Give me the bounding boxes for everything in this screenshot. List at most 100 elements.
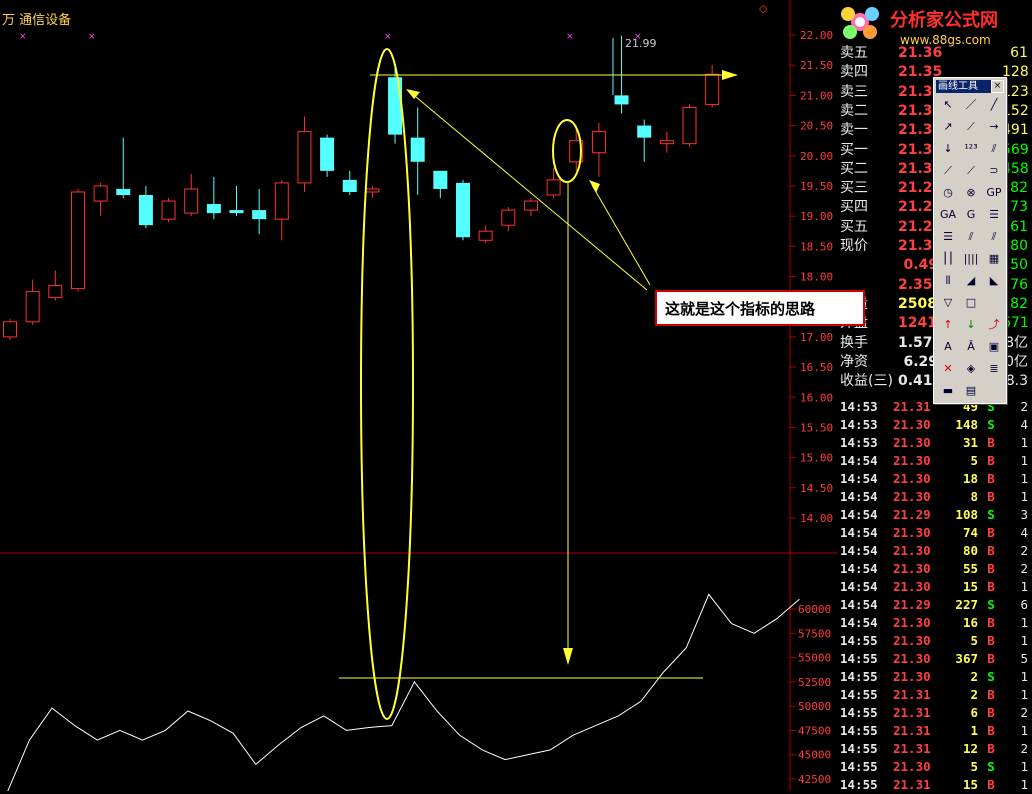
trade-volume: 15 [962, 579, 978, 594]
trade-time: 14:54 [840, 615, 878, 630]
line-icon[interactable]: ／ [961, 96, 981, 114]
trade-count: 1 [1020, 489, 1028, 504]
trade-side: B [987, 741, 995, 756]
logo-url: www.88gs.com [900, 33, 991, 47]
ga-icon[interactable]: GA [938, 206, 958, 224]
trade-side: B [987, 723, 995, 738]
candle-body [93, 185, 108, 202]
candle-body [682, 106, 697, 145]
trade-time: 14:53 [840, 435, 878, 450]
trade-count: 4 [1020, 525, 1028, 540]
trade-count: 2 [1020, 561, 1028, 576]
quote-value: 21.35 [898, 64, 943, 81]
speed-icon[interactable]: ⫽ [961, 228, 981, 246]
quote-value: 0.417 [898, 373, 943, 390]
ray-icon[interactable]: ╱ [984, 96, 1004, 114]
candle-body [320, 137, 335, 171]
trade-count: 1 [1020, 669, 1028, 684]
g-icon[interactable]: G [961, 206, 981, 224]
list-icon[interactable]: ≣ [984, 360, 1004, 378]
trade-row: 14:55 21.30 5 S 1 [838, 758, 1032, 776]
select-icon[interactable]: ▣ [984, 338, 1004, 356]
rectangle-icon[interactable]: □ [961, 294, 981, 312]
trade-side: B [987, 435, 995, 450]
trade-count: 2 [1020, 741, 1028, 756]
text-icon[interactable]: A [938, 338, 958, 356]
stock-title: 万 通信设备 [2, 13, 72, 28]
trade-volume: 2 [970, 669, 978, 684]
trade-time: 14:54 [840, 507, 878, 522]
retrace-icon[interactable]: ☰ [984, 206, 1004, 224]
price-tick-label: 19.50 [800, 180, 833, 193]
quote-value: 21.31 [898, 238, 943, 254]
gann-fan-icon[interactable]: ⫽ [984, 228, 1004, 246]
trade-side: S [987, 669, 995, 684]
time-icon[interactable]: |||| [961, 250, 981, 268]
candle-body [206, 204, 221, 214]
trade-side: B [987, 777, 995, 792]
ellipse-icon[interactable]: ⊗ [961, 184, 981, 202]
circle-icon[interactable]: ◷ [938, 184, 958, 202]
candle-body [410, 137, 425, 162]
quote-label: 买二 [840, 160, 868, 177]
trade-row: 14:55 21.31 12 B 2 [838, 740, 1032, 758]
close-icon[interactable]: × [991, 80, 1004, 93]
quote-label: 换手 [840, 334, 868, 351]
candle-body [252, 210, 267, 220]
down-arrow-icon[interactable]: ↓ [961, 316, 981, 334]
toolbox-title: 画线工具 × [936, 80, 1004, 93]
candle-body [3, 321, 17, 338]
font-icon[interactable]: Ā [961, 338, 981, 356]
volume-tick-label: 42500 [798, 773, 831, 786]
segment-icon[interactable]: ↗ [938, 118, 958, 136]
cycle-icon[interactable]: ⎮⎮ [938, 250, 958, 268]
trade-row: 14:55 21.30 2 S 1 [838, 668, 1032, 686]
quote-label: 买一 [840, 141, 868, 158]
trade-price: 21.30 [893, 669, 931, 684]
trade-row: 14:55 21.31 2 B 1 [838, 686, 1032, 704]
trade-row: 14:54 21.29 108 S 3 [838, 506, 1032, 524]
quote-value: 21.30 [898, 160, 943, 177]
angle-icon[interactable]: ◣ [984, 272, 1004, 290]
arc-icon[interactable]: ⊃ [984, 162, 1004, 180]
fork-icon[interactable]: ◢ [961, 272, 981, 290]
bar-icon[interactable]: ⦀ [938, 272, 958, 290]
event-marker-icon: × [384, 32, 392, 42]
price-volume-chart[interactable]: 22.00 21.50 21.00 20.50 20.00 19.50 19.00 18.50… [0, 0, 838, 791]
price-tick-label: 18.50 [800, 240, 833, 253]
parallel-icon[interactable]: ⟋ [961, 118, 981, 136]
delete-icon[interactable]: ✕ [938, 360, 958, 378]
fibo-icon[interactable]: ☰ [938, 228, 958, 246]
trade-count: 2 [1020, 399, 1028, 414]
trade-time: 14:54 [840, 579, 878, 594]
gann-icon[interactable]: ⟋ [961, 162, 981, 180]
arrow-line-icon[interactable]: → [984, 118, 1004, 136]
hide-icon[interactable]: ◈ [961, 360, 981, 378]
drawing-toolbox[interactable]: 画线工具 × ↖ ／ ╱ ↗ ⟋ → ↓ ¹²³ ⫽ ⟋ ⟋ ⊃ ◷ ⊗ GP GA G ☰ ☰ ⫽ ⫽ ⎮⎮ |||| ▦ ⦀ ◢… [933, 77, 1007, 404]
candle-body [705, 73, 720, 105]
trade-price: 21.30 [893, 615, 931, 630]
count-icon[interactable]: ¹²³ [961, 140, 981, 158]
channel-icon[interactable]: ⫽ [984, 140, 1004, 158]
highlight-ellipse-left [360, 48, 414, 720]
fan-icon[interactable]: ⟋ [938, 162, 958, 180]
regression-icon[interactable]: ▦ [984, 250, 1004, 268]
vertical-line-icon[interactable]: ↓ [938, 140, 958, 158]
quote-label: 买三 [840, 180, 868, 197]
quote-value: 21.32 [898, 122, 943, 139]
trade-count: 1 [1020, 633, 1028, 648]
gp-icon[interactable]: GP [984, 184, 1004, 202]
triangle-icon[interactable]: ▽ [938, 294, 958, 312]
ruler-icon[interactable]: ▬ [938, 382, 958, 400]
pointer-icon[interactable]: ↖ [938, 96, 958, 114]
quote-value: 21.28 [898, 199, 943, 216]
up-arrow-icon[interactable]: ↑ [938, 316, 958, 334]
price-tick-label: 14.50 [800, 482, 833, 495]
save-icon[interactable]: ▤ [961, 382, 981, 400]
buy-icon[interactable]: ⤴ [984, 316, 1004, 334]
trade-time: 14:55 [840, 651, 878, 666]
price-tick-label: 20.00 [800, 150, 833, 163]
trade-row: 14:54 21.30 8 B 1 [838, 488, 1032, 506]
volume-tick-label: 55000 [798, 652, 831, 665]
volume-tick-label: 45000 [798, 749, 831, 762]
